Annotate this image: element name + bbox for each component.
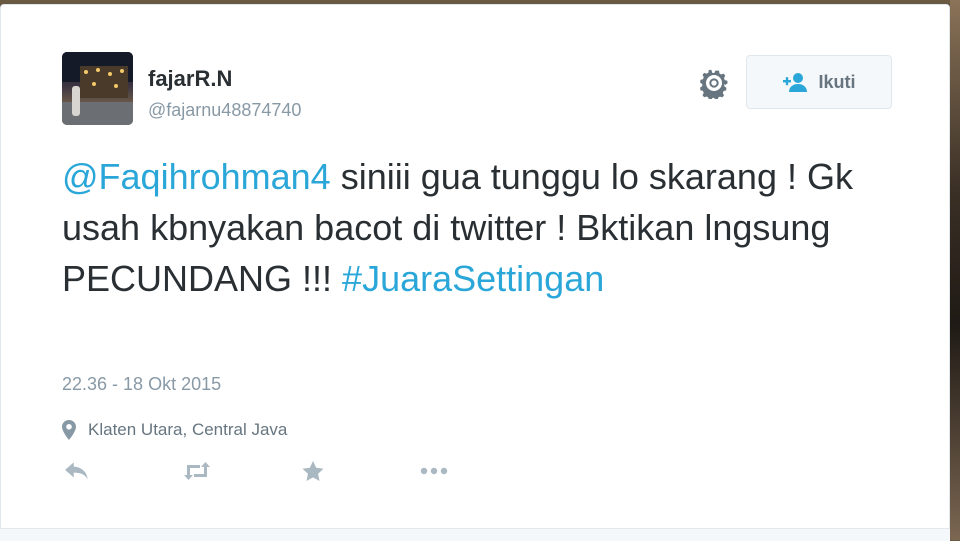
map-pin-icon xyxy=(62,420,76,440)
more-dots-icon[interactable] xyxy=(419,461,451,483)
background-strip xyxy=(950,0,960,540)
author-name[interactable]: fajarR.N xyxy=(148,66,232,92)
author-handle[interactable]: @fajarnu48874740 xyxy=(148,100,301,121)
star-icon[interactable] xyxy=(302,461,334,483)
hashtag-link[interactable]: #JuaraSettingan xyxy=(342,258,604,299)
card-footer-bar xyxy=(0,528,950,541)
tweet-timestamp[interactable]: 22.36 - 18 Okt 2015 xyxy=(62,374,221,395)
location-label: Klaten Utara, Central Java xyxy=(88,420,288,439)
tweet-card: fajarR.N @fajarnu48874740 Ikuti @Faqihro… xyxy=(0,4,950,534)
follow-label: Ikuti xyxy=(818,71,856,92)
add-user-icon xyxy=(782,72,808,92)
avatar[interactable] xyxy=(62,52,133,125)
tweet-location[interactable]: Klaten Utara, Central Java xyxy=(62,420,287,440)
gear-icon[interactable] xyxy=(698,67,730,101)
follow-button[interactable]: Ikuti xyxy=(746,55,892,109)
retweet-icon[interactable] xyxy=(182,461,214,483)
mention-link[interactable]: @Faqihrohman4 xyxy=(62,156,331,197)
tweet-text: @Faqihrohman4 siniii gua tunggu lo skara… xyxy=(62,151,892,304)
reply-icon[interactable] xyxy=(64,461,96,483)
